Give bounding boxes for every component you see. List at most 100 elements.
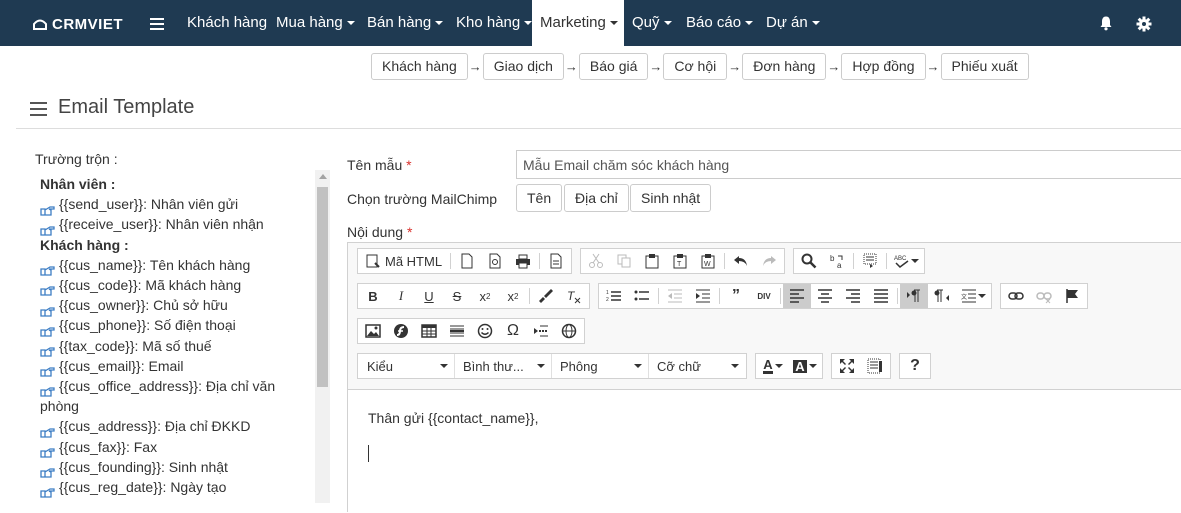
blockquote-icon[interactable]: ” — [722, 284, 750, 308]
merge-field[interactable]: {{cus_fax}}: Fax — [40, 437, 310, 458]
underline-icon[interactable]: U — [415, 284, 443, 308]
redo-icon[interactable] — [755, 249, 783, 273]
nav-mua-hang[interactable]: Mua hàng — [276, 0, 355, 46]
language-icon[interactable]: 文 — [956, 284, 990, 308]
replace-icon[interactable]: ba — [823, 249, 851, 273]
strike-icon[interactable]: S — [443, 284, 471, 308]
style-select[interactable]: Kiểu — [359, 354, 455, 378]
select-all-icon[interactable] — [856, 249, 884, 273]
bulleted-list-icon[interactable] — [628, 284, 656, 308]
cut-icon[interactable] — [582, 249, 610, 273]
merge-field[interactable]: {{cus_office_address}}: Địa chỉ văn phòn… — [40, 376, 310, 416]
anchor-flag-icon[interactable] — [1058, 284, 1086, 308]
flash-icon[interactable] — [387, 319, 415, 343]
outdent-icon[interactable] — [661, 284, 689, 308]
preview-icon[interactable] — [481, 249, 509, 273]
menu-icon[interactable] — [30, 102, 47, 116]
scroll-up-icon[interactable] — [319, 174, 327, 179]
nav-khach-hang[interactable]: Khách hàng — [187, 0, 267, 46]
merge-field[interactable]: {{cus_code}}: Mã khách hàng — [40, 275, 310, 296]
copy-icon[interactable] — [610, 249, 638, 273]
mailchimp-birthday-button[interactable]: Sinh nhật — [630, 184, 712, 212]
page-break-icon[interactable] — [527, 319, 555, 343]
show-blocks-icon[interactable] — [861, 354, 889, 378]
merge-field[interactable]: {{cus_phone}}: Số điện thoại — [40, 315, 310, 337]
merge-list-scrollbar[interactable] — [315, 170, 330, 503]
flow-khach-hang[interactable]: Khách hàng — [371, 53, 468, 80]
bell-icon[interactable] — [1098, 15, 1114, 31]
text-color-icon[interactable]: A — [757, 354, 789, 378]
flow-don-hang[interactable]: Đơn hàng — [742, 53, 827, 80]
flow-phieu-xuat[interactable]: Phiếu xuất — [940, 53, 1029, 80]
paste-icon[interactable] — [638, 249, 666, 273]
help-icon[interactable]: ? — [901, 354, 929, 378]
align-left-icon[interactable] — [783, 284, 811, 308]
find-icon[interactable] — [795, 249, 823, 273]
text-rtl-icon[interactable] — [928, 284, 956, 308]
nav-kho-hang[interactable]: Kho hàng — [456, 0, 533, 46]
unlink-icon[interactable] — [1030, 284, 1058, 308]
mailchimp-name-button[interactable]: Tên — [516, 184, 563, 212]
spellcheck-icon[interactable]: ABC — [889, 249, 923, 273]
flow-giao-dich[interactable]: Giao dịch — [482, 53, 564, 80]
link-icon[interactable] — [1002, 284, 1030, 308]
nav-du-an[interactable]: Dự án — [766, 0, 820, 46]
merge-field[interactable]: {{send_user}}: Nhân viên gửi — [40, 194, 310, 216]
nav-bao-cao[interactable]: Báo cáo — [686, 0, 754, 46]
merge-field[interactable]: {{cus_owner}}: Chủ sở hữu — [40, 295, 310, 317]
merge-field[interactable]: {{cus_email}}: Email — [40, 356, 310, 377]
italic-icon[interactable]: I — [387, 284, 415, 308]
indent-icon[interactable] — [689, 284, 717, 308]
merge-field[interactable]: {{cus_address}}: Địa chỉ ĐKKD — [40, 416, 310, 438]
create-div-icon[interactable]: DIV — [750, 284, 778, 308]
align-right-icon[interactable] — [839, 284, 867, 308]
table-icon[interactable] — [415, 319, 443, 343]
align-justify-icon[interactable] — [867, 284, 895, 308]
align-center-icon[interactable] — [811, 284, 839, 308]
subscript-icon[interactable]: x2 — [471, 284, 499, 308]
font-size-select[interactable]: Cỡ chữ — [649, 354, 745, 378]
crmviet-logo[interactable]: CRMVIET — [32, 14, 123, 34]
numbered-list-icon[interactable]: 12 — [600, 284, 628, 308]
mailchimp-address-button[interactable]: Địa chỉ — [564, 184, 629, 212]
scroll-thumb[interactable] — [317, 187, 328, 387]
nav-quy[interactable]: Quỹ — [632, 0, 672, 46]
format-select[interactable]: Bình thư... — [455, 354, 552, 378]
horizontal-rule-icon[interactable] — [443, 319, 471, 343]
flow-hop-dong[interactable]: Hợp đồng — [841, 53, 926, 80]
new-page-icon[interactable] — [453, 249, 481, 273]
nav-ban-hang[interactable]: Bán hàng — [367, 0, 444, 46]
print-icon[interactable] — [509, 249, 537, 273]
gear-icon[interactable] — [1136, 16, 1152, 32]
maximize-icon[interactable] — [833, 354, 861, 378]
superscript-icon[interactable]: x2 — [499, 284, 527, 308]
copy-format-icon[interactable] — [532, 284, 560, 308]
nav-marketing[interactable]: Marketing — [532, 0, 624, 46]
flow-co-hoi[interactable]: Cơ hội — [663, 53, 728, 80]
templates-icon[interactable] — [542, 249, 570, 273]
paste-word-icon[interactable]: W — [694, 249, 722, 273]
bg-color-icon[interactable]: A — [789, 354, 821, 378]
undo-icon[interactable] — [727, 249, 755, 273]
paste-text-icon[interactable]: T — [666, 249, 694, 273]
remove-format-icon[interactable]: T — [560, 284, 588, 308]
merge-field[interactable]: {{tax_code}}: Mã số thuế — [40, 336, 310, 357]
merge-field[interactable]: {{cus_name}}: Tên khách hàng — [40, 255, 310, 276]
special-char-icon[interactable]: Ω — [499, 319, 527, 343]
template-name-input[interactable] — [516, 150, 1181, 179]
text-ltr-icon[interactable] — [900, 284, 928, 308]
image-icon[interactable] — [359, 319, 387, 343]
font-select[interactable]: Phông — [552, 354, 649, 378]
menu-toggle-icon[interactable] — [150, 18, 164, 30]
flow-bao-gia[interactable]: Báo giá — [578, 53, 649, 80]
bold-icon[interactable]: B — [359, 284, 387, 308]
source-html-button[interactable]: Mã HTML — [359, 249, 448, 273]
merge-field[interactable]: {{cus_founding}}: Sinh nhật — [40, 457, 310, 478]
hand-point-icon — [40, 221, 55, 236]
editor-content[interactable]: Thân gửi {{contact_name}}, — [348, 390, 1181, 513]
merge-field[interactable]: {{cus_reg_date}}: Ngày tạo — [40, 477, 310, 498]
hand-point-icon — [40, 342, 55, 357]
merge-field[interactable]: {{receive_user}}: Nhân viên nhận — [40, 214, 310, 236]
iframe-globe-icon[interactable] — [555, 319, 583, 343]
smiley-icon[interactable] — [471, 319, 499, 343]
